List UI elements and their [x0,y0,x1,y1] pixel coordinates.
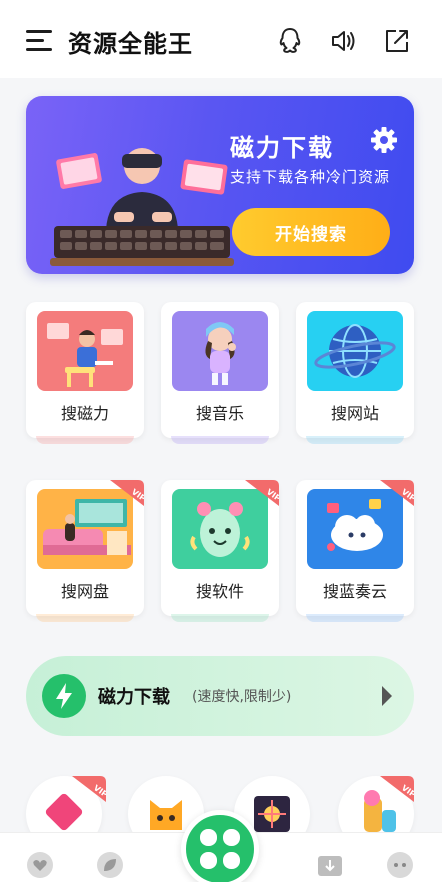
vip-badge: VIP [245,480,279,506]
heart-icon[interactable] [26,851,54,879]
gear-icon[interactable] [370,126,398,154]
download-folder-icon[interactable] [316,851,344,879]
leaf-icon[interactable] [96,851,124,879]
tool-grid-row-1: 搜磁力 搜音乐 搜网站 [26,302,414,444]
share-icon[interactable] [382,26,412,56]
qq-icon[interactable] [275,26,305,56]
magnet-bar-subtitle: (速度快,限制少) [192,689,292,705]
tool-card-website[interactable]: 搜网站 [296,302,414,444]
vip-badge: VIP [72,776,106,802]
lightning-icon [42,674,86,718]
app-title: 资源全能王 [68,30,193,58]
globe-illustration [307,311,403,391]
tool-label: 搜网站 [330,404,379,423]
robot-icon[interactable] [386,851,414,879]
magnet-download-banner[interactable]: 磁力下载 支持下载各种冷门资源 开始搜索 [26,96,414,274]
magnet-bar-title: 磁力下载 [98,687,170,708]
tool-card-netdisk[interactable]: VIP 搜网盘 [26,480,144,622]
tool-grid-row-2: VIP 搜网盘 VIP 搜软件 VIP 搜蓝奏云 [26,480,414,622]
banner-title: 磁力下载 [230,134,334,162]
clover-icon[interactable] [181,810,259,882]
tool-label: 搜音乐 [195,404,244,423]
vip-badge: VIP [380,480,414,506]
vr-keyboard-illustration [50,148,234,266]
speaker-icon[interactable] [328,26,358,56]
banner-subtitle: 支持下载各种冷门资源 [230,168,391,186]
vip-badge: VIP [380,776,414,802]
tool-card-music[interactable]: 搜音乐 [161,302,279,444]
tool-card-lanzou[interactable]: VIP 搜蓝奏云 [296,480,414,622]
tool-label: 搜网盘 [60,582,109,601]
magnet-search-illustration [37,311,133,391]
tool-label: 搜软件 [195,582,244,601]
start-search-button[interactable]: 开始搜索 [232,208,390,256]
vip-badge: VIP [110,480,144,506]
chevron-right-icon [382,686,392,706]
tool-label: 搜蓝奏云 [322,582,387,601]
tool-card-software[interactable]: VIP 搜软件 [161,480,279,622]
magnet-download-bar[interactable]: 磁力下载 (速度快,限制少) [26,656,414,736]
tool-card-magnet[interactable]: 搜磁力 [26,302,144,444]
menu-icon[interactable] [26,30,52,52]
tool-label: 搜磁力 [60,404,109,423]
top-bar: 资源全能王 [0,18,442,62]
music-search-illustration [172,311,268,391]
